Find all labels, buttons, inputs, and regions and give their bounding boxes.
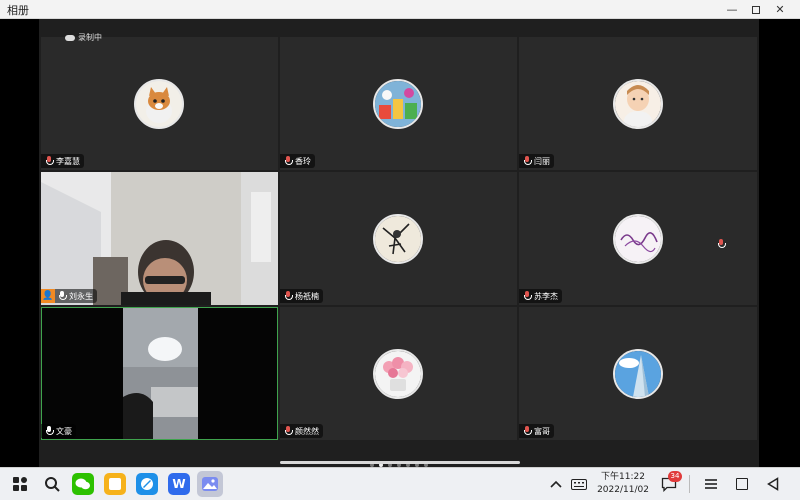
start-icon[interactable] [9,473,31,495]
participant-name: 富哥 [534,426,550,436]
participant-name-bar: 👤 刘永生 [41,289,97,303]
browser-icon[interactable] [136,473,158,495]
window-title: 相册 [7,4,29,17]
title-bar: 相册 — ✕ [0,0,800,19]
mic-muted-icon [523,291,532,301]
participant-tile[interactable]: 李嘉慧 [41,37,278,170]
taskbar: W 下午11:22 2022/11/02 34 [0,467,800,500]
participant-name-bar: 李嘉慧 [41,154,84,168]
participant-name: 颜然然 [295,426,319,436]
keyboard-icon[interactable] [568,473,590,495]
wechat-icon[interactable] [72,473,94,495]
back-icon[interactable] [762,473,784,495]
clock-date: 2022/11/02 [597,485,649,495]
recent-apps-icon[interactable] [731,473,753,495]
participant-name-bar: 颜然然 [280,424,323,438]
recording-label: 录制中 [78,33,102,42]
participant-name-bar: 文豪 [41,424,76,438]
child-avatar [613,79,663,129]
close-button[interactable]: ✕ [768,0,792,19]
participant-name: 刘永生 [69,291,93,301]
mic-icon [58,291,67,301]
toys-avatar [373,79,423,129]
mic-muted-icon [523,156,532,166]
speaking-mic-icon [717,234,726,253]
chevron-up-icon[interactable] [545,473,567,495]
system-clock[interactable]: 下午11:22 2022/11/02 [596,471,650,497]
meeting-stage: 李嘉慧 香玲 闫丽 👤 刘永生 杨祇楠 苏李杰 文豪 颜然然 富哥 录制中 [0,19,800,467]
cloud-icon [65,34,75,41]
horizontal-scrollbar[interactable] [280,461,520,464]
minimize-icon: — [726,3,738,16]
participant-name-bar: 苏李杰 [519,289,562,303]
maximize-button[interactable] [744,0,768,19]
mic-muted-icon [284,426,293,436]
search-icon[interactable] [41,473,63,495]
minimize-button[interactable]: — [720,0,744,19]
participant-name: 闫丽 [534,156,550,166]
mic-muted-icon [284,291,293,301]
participant-name: 苏李杰 [534,291,558,301]
wps-icon[interactable]: W [168,473,190,495]
participant-tile[interactable]: 杨祇楠 [280,172,517,305]
host-icon: 👤 [41,289,55,303]
mic-icon [45,426,54,436]
participant-name: 文豪 [56,426,72,436]
participant-tile[interactable]: 闫丽 [519,37,757,170]
cat-avatar [134,79,184,129]
mic-muted-icon [45,156,54,166]
flowers-avatar [373,349,423,399]
participant-name-bar: 香玲 [280,154,315,168]
mic-muted-icon [523,426,532,436]
maximize-icon [752,5,760,14]
participant-tile[interactable]: 颜然然 [280,307,517,440]
participant-video-tile[interactable]: 👤 刘永生 [41,172,278,305]
taskbar-divider [689,475,690,493]
participant-name-bar: 富哥 [519,424,554,438]
mic-muted-icon [284,156,293,166]
camera-feed [41,307,278,440]
clock-time: 下午11:22 [601,472,645,482]
video-grid: 李嘉慧 香玲 闫丽 👤 刘永生 杨祇楠 苏李杰 文豪 颜然然 富哥 录制中 [39,19,759,467]
participant-name-bar: 杨祇楠 [280,289,323,303]
participant-name: 香玲 [295,156,311,166]
notification-badge: 34 [668,471,682,482]
menu-icon[interactable] [700,473,722,495]
recording-indicator[interactable]: 录制中 [65,32,102,43]
participant-tile[interactable]: 香玲 [280,37,517,170]
drawing-avatar [373,214,423,264]
signature-avatar [613,214,663,264]
notes-icon[interactable] [104,473,126,495]
participant-tile[interactable]: 富哥 [519,307,757,440]
camera-feed [41,172,278,305]
participant-name: 杨祇楠 [295,291,319,301]
gallery-icon[interactable] [197,471,223,497]
participant-tile[interactable]: 苏李杰 [519,172,757,305]
sky-avatar [613,349,663,399]
participant-name-bar: 闫丽 [519,154,554,168]
participant-name: 李嘉慧 [56,156,80,166]
participant-video-tile[interactable]: 文豪 [41,307,278,440]
close-icon: ✕ [775,3,785,16]
